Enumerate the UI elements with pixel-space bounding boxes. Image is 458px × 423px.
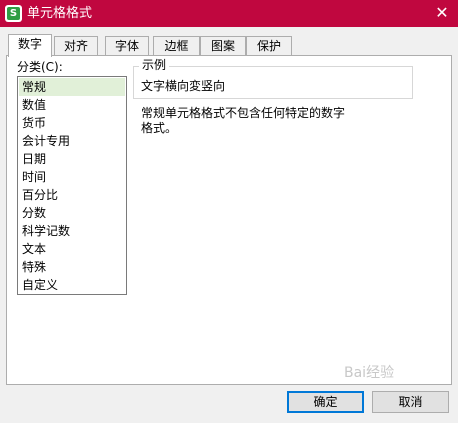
tab-panel: 分类(C): 常规 数值 货币 会计专用 日期 时间 百分比 分数 科学记数 文… [6,55,452,385]
category-item-number[interactable]: 数值 [19,96,125,114]
ok-button[interactable]: 确定 [287,391,364,413]
cancel-button[interactable]: 取消 [372,391,449,413]
app-logo-icon: S [5,5,22,22]
category-item-special[interactable]: 特殊 [19,258,125,276]
category-item-scientific[interactable]: 科学记数 [19,222,125,240]
tab-pattern[interactable]: 图案 [200,36,246,56]
category-list[interactable]: 常规 数值 货币 会计专用 日期 时间 百分比 分数 科学记数 文本 特殊 自定… [17,76,127,295]
watermark: Bai经验 [344,365,395,381]
category-item-date[interactable]: 日期 [19,150,125,168]
close-icon[interactable]: ✕ [432,3,452,23]
sample-legend: 示例 [139,58,170,72]
sample-text: 文字横向変竖向 [141,79,226,93]
tab-alignment[interactable]: 对齐 [54,36,98,56]
tab-protection[interactable]: 保护 [246,36,292,56]
category-item-text[interactable]: 文本 [19,240,125,258]
category-item-accounting[interactable]: 会计专用 [19,132,125,150]
window-title: 单元格格式 [27,6,93,21]
category-item-time[interactable]: 时间 [19,168,125,186]
category-item-fraction[interactable]: 分数 [19,204,125,222]
app-logo-letter: S [7,7,20,20]
category-label: 分类(C): [17,60,63,74]
category-item-percentage[interactable]: 百分比 [19,186,125,204]
category-item-custom[interactable]: 自定义 [19,276,125,294]
category-item-general[interactable]: 常规 [19,78,125,96]
title-bar: S 单元格格式 ✕ [0,0,458,27]
tab-number[interactable]: 数字 [8,34,52,57]
tab-font[interactable]: 字体 [105,36,149,56]
tab-border[interactable]: 边框 [153,36,200,56]
format-description: 常规单元格格式不包含任何特定的数字格式。 [141,106,346,135]
category-item-currency[interactable]: 货币 [19,114,125,132]
